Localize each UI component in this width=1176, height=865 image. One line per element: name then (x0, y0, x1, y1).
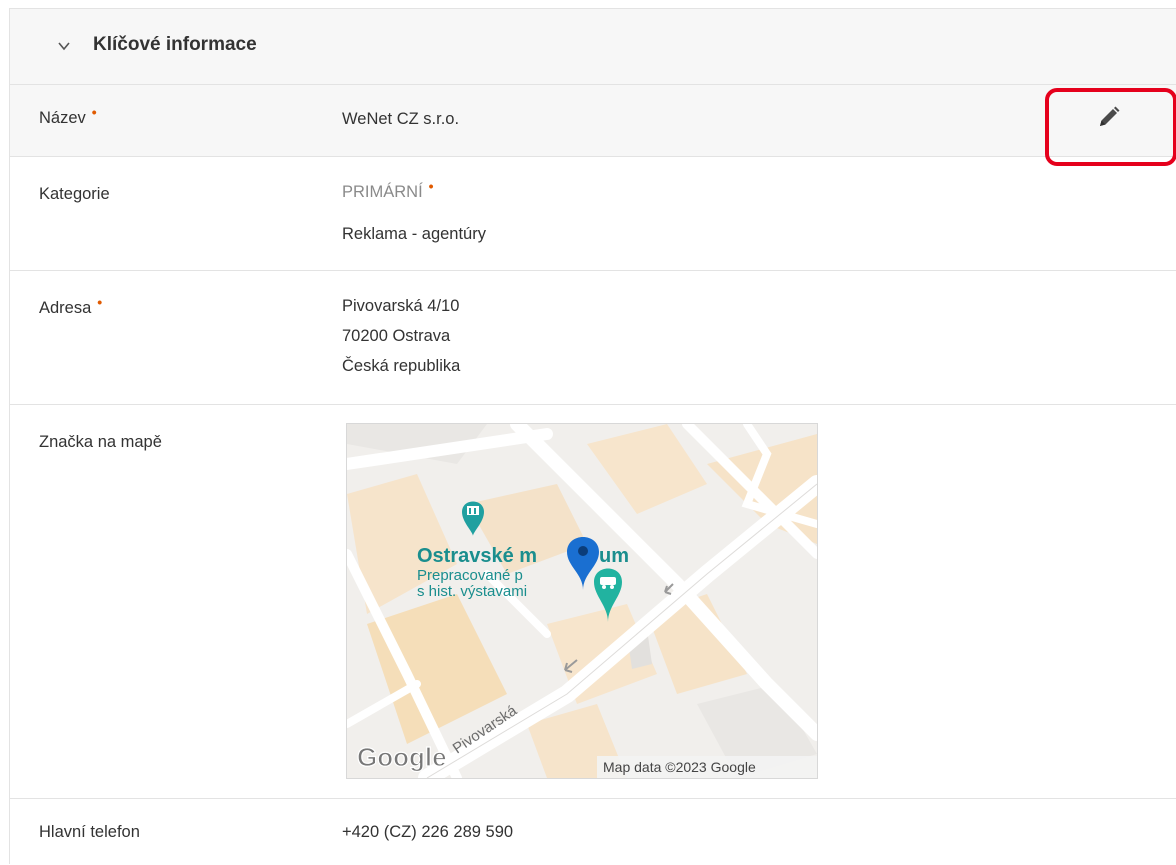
required-indicator: • (97, 294, 103, 310)
field-value-name: WeNet CZ s.r.o. (342, 110, 460, 128)
edit-button[interactable] (1049, 85, 1175, 153)
map-canvas[interactable]: Ostravské m um Prepracované p s hist. vý… (347, 424, 817, 778)
key-information-panel: Klíčové informace Název • WeNet CZ s.r.o.… (9, 8, 1176, 864)
field-label-map: Značka na mapě (39, 433, 162, 451)
map-place-desc-2: s hist. výstavami (417, 583, 527, 600)
address-line-street: Pivovarská 4/10 (342, 297, 460, 315)
field-value-phone: +420 (CZ) 226 289 590 (342, 823, 514, 841)
map-place-name-left: Ostravské m (417, 545, 537, 567)
field-row-category: Kategorie PRIMÁRNÍ • Reklama - agentúry (10, 157, 1176, 271)
field-value-address: Pivovarská 4/10 70200 Ostrava Česká repu… (342, 291, 460, 381)
map-widget[interactable]: Ostravské m um Prepracované p s hist. vý… (346, 423, 818, 779)
category-primary-label: PRIMÁRNÍ • (342, 178, 434, 201)
field-label-address: Adresa • (39, 294, 103, 317)
chevron-down-icon[interactable] (57, 39, 71, 53)
map-place-desc-1: Prepracované p (417, 567, 523, 584)
pencil-icon[interactable] (1097, 105, 1121, 129)
required-indicator: • (428, 178, 434, 194)
section-header[interactable]: Klíčové informace (10, 9, 1176, 85)
field-label-phone: Hlavní telefon (39, 823, 140, 841)
field-value-category: Reklama - agentúry (342, 225, 486, 243)
required-indicator: • (91, 104, 97, 120)
field-label-category: Kategorie (39, 185, 110, 203)
field-row-phone: Hlavní telefon +420 (CZ) 226 289 590 (10, 799, 1176, 865)
field-row-address: Adresa • Pivovarská 4/10 70200 Ostrava Če… (10, 271, 1176, 405)
field-label-name: Název • (39, 104, 97, 127)
address-line-country: Česká republika (342, 357, 461, 375)
map-attribution[interactable]: Map data ©2023 Google (603, 759, 756, 775)
map-place-name-right: um (599, 545, 629, 567)
address-line-city: 70200 Ostrava (342, 327, 451, 345)
google-logo: Google (357, 742, 447, 772)
section-title: Klíčové informace (93, 34, 257, 55)
field-row-name: Název • WeNet CZ s.r.o. (10, 85, 1176, 157)
